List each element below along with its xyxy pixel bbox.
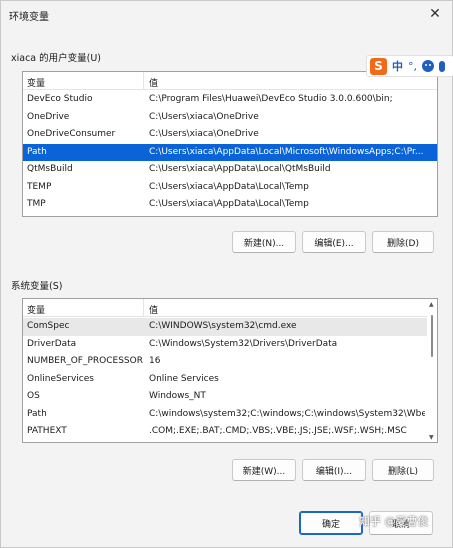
table-row[interactable]: TMP C:\Users\xiaca\AppData\Local\Temp — [23, 196, 437, 214]
system-vars-list[interactable]: 变量 值 ComSpec C:\WINDOWS\system32\cmd.exe D… — [22, 298, 438, 443]
user-vars-label: xiaca 的用户变量(U) — [11, 53, 102, 64]
variable-value: C:\Users\xiaca\AppData\Local\Microsoft\W… — [149, 146, 424, 157]
system-edit-button[interactable]: 编辑(I)... — [302, 459, 366, 481]
system-delete-button[interactable]: 删除(L) — [372, 459, 434, 481]
title-bar: 环境变量 ✕ — [1, 1, 452, 29]
table-row[interactable]: NUMBER_OF_PROCESSORS 16 — [23, 353, 427, 371]
scrollbar-thumb[interactable] — [431, 315, 433, 357]
table-row[interactable]: Path C:\Users\xiaca\AppData\Local\Microso… — [23, 143, 437, 161]
variable-name: Path — [27, 408, 47, 419]
variable-name: NUMBER_OF_PROCESSORS — [27, 356, 143, 366]
close-icon: ✕ — [429, 6, 441, 22]
table-row[interactable]: Path C:\windows\system32;C:\windows;C:\wi… — [23, 406, 427, 424]
variable-value: C:\Users\xiaca\AppData\Local\Temp — [149, 181, 309, 192]
table-row[interactable]: DriverData C:\Windows\System32\Drivers\Dr… — [23, 336, 427, 354]
variable-name: DevEco Studio — [27, 94, 93, 104]
variable-value: C:\Users\xiaca\AppData\Local\Temp — [149, 199, 309, 209]
variable-name: OneDriveConsumer — [27, 129, 116, 139]
system-vars-scrollbar[interactable]: ▲ ▼ — [427, 299, 437, 442]
variable-name: QtMsBuild — [27, 164, 73, 174]
col-header-value[interactable]: 值 — [149, 76, 158, 89]
ime-toolbar[interactable]: S 中 °, — [366, 55, 453, 77]
variable-name: TMP — [27, 199, 46, 209]
table-row[interactable]: OnlineServices Online Services — [23, 371, 427, 389]
table-row[interactable]: DevEco Studio C:\Program Files\Huawei\Dev… — [23, 91, 437, 109]
column-divider[interactable] — [143, 299, 144, 317]
variable-value: C:\windows\system32;C:\windows;C:\window… — [149, 408, 425, 419]
close-button[interactable]: ✕ — [422, 3, 448, 25]
system-new-button[interactable]: 新建(W)... — [232, 459, 296, 481]
variable-value: C:\WINDOWS\system32\cmd.exe — [149, 321, 297, 331]
variable-value: .COM;.EXE;.BAT;.CMD;.VBS;.VBE;.JS;.JSE;.… — [149, 426, 407, 436]
variable-value: Online Services — [149, 373, 219, 384]
punctuation-icon[interactable]: °, — [408, 60, 417, 73]
column-divider[interactable] — [143, 72, 144, 90]
variable-value: C:\Users\xiaca\AppData\Local\QtMsBuild — [149, 164, 331, 174]
variable-name: PATHEXT — [27, 426, 67, 436]
ime-mode-toggle[interactable]: 中 — [392, 58, 403, 74]
table-row[interactable]: ComSpec C:\WINDOWS\system32\cmd.exe — [23, 318, 427, 336]
scroll-up-icon[interactable]: ▲ — [429, 301, 434, 308]
microphone-icon[interactable] — [439, 60, 445, 72]
variable-name: OS — [27, 391, 40, 401]
table-row[interactable]: OS Windows_NT — [23, 388, 427, 406]
col-header-value[interactable]: 值 — [149, 303, 158, 316]
variable-value: C:\Users\xiaca\OneDrive — [149, 129, 259, 139]
variable-name: OnlineServices — [27, 373, 94, 384]
variable-name: OneDrive — [27, 111, 70, 122]
variable-value: 16 — [149, 356, 161, 366]
variable-name: Path — [27, 146, 47, 157]
table-row[interactable]: TEMP C:\Users\xiaca\AppData\Local\Temp — [23, 179, 437, 197]
ime-logo-icon[interactable]: S — [370, 57, 387, 75]
user-vars-list[interactable]: 变量 值 DevEco Studio C:\Program Files\Huawe… — [22, 71, 438, 217]
user-edit-button[interactable]: 编辑(E)... — [302, 231, 366, 253]
watermark: 知乎 @夏曹俊 — [359, 515, 429, 528]
variable-value: C:\Windows\System32\Drivers\DriverData — [149, 338, 338, 349]
user-delete-button[interactable]: 删除(D) — [372, 231, 434, 253]
variable-value: C:\Program Files\Huawei\DevEco Studio 3.… — [149, 94, 393, 104]
col-header-variable[interactable]: 变量 — [27, 303, 45, 316]
variable-name: ComSpec — [27, 321, 70, 331]
environment-variables-dialog: 环境变量 ✕ xiaca 的用户变量(U) 变量 值 DevEco Studio… — [0, 0, 453, 548]
variable-name: DriverData — [27, 338, 77, 349]
ok-button[interactable]: 确定 — [299, 511, 363, 535]
col-header-variable[interactable]: 变量 — [27, 76, 45, 89]
variable-value: Windows_NT — [149, 391, 206, 401]
scroll-down-icon[interactable]: ▼ — [429, 434, 434, 441]
user-new-button[interactable]: 新建(N)... — [232, 231, 296, 253]
variable-value: C:\Users\xiaca\OneDrive — [149, 111, 259, 122]
emoji-icon[interactable] — [422, 60, 434, 72]
variable-name: TEMP — [27, 181, 52, 192]
table-row[interactable]: PATHEXT .COM;.EXE;.BAT;.CMD;.VBS;.VBE;.JS… — [23, 423, 427, 441]
table-row[interactable]: QtMsBuild C:\Users\xiaca\AppData\Local\Qt… — [23, 161, 437, 179]
window-title: 环境变量 — [9, 12, 49, 23]
table-row[interactable]: OneDriveConsumer C:\Users\xiaca\OneDrive — [23, 126, 437, 144]
system-vars-label: 系统变量(S) — [11, 281, 63, 292]
system-vars-header: 变量 值 — [23, 299, 437, 317]
table-row[interactable]: OneDrive C:\Users\xiaca\OneDrive — [23, 109, 437, 127]
